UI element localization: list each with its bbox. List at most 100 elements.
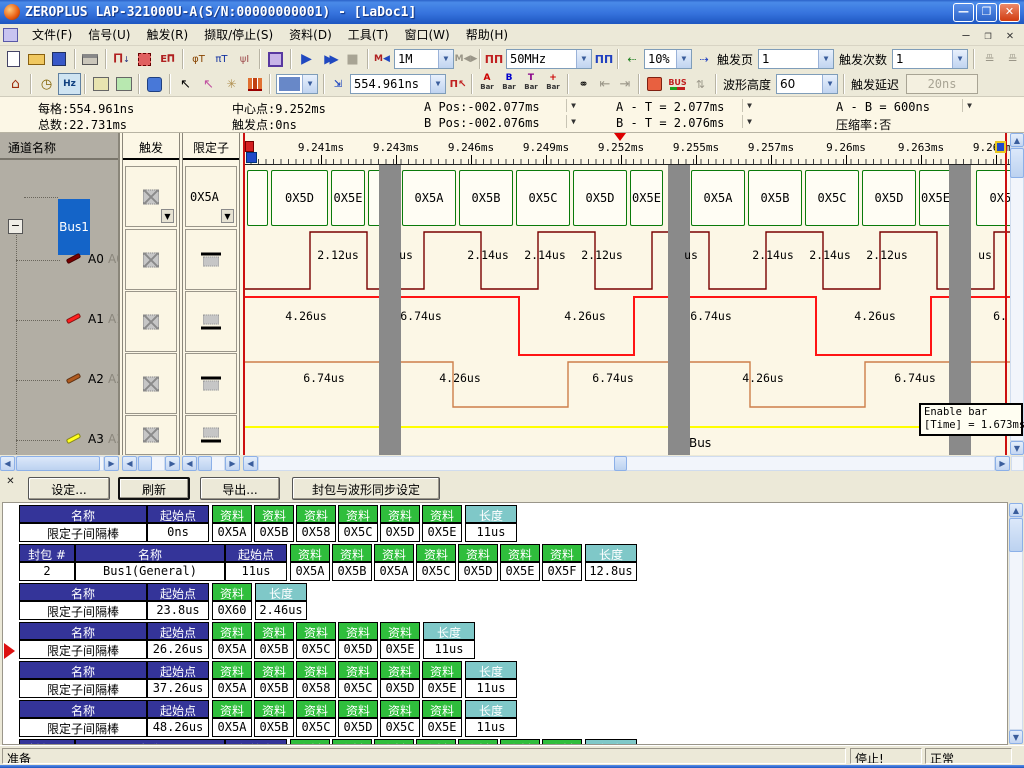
trigger-count-combo[interactable]: 1 ▼ — [892, 49, 968, 69]
trigger-cell-2[interactable] — [125, 291, 177, 352]
trigger-pos-left-icon[interactable]: ⇠ — [622, 48, 642, 70]
memory-depth-combo[interactable]: 1M ▼ — [394, 49, 454, 69]
navigator-button[interactable] — [143, 73, 166, 95]
packet-sync-button[interactable]: 封包与波形同步设定 — [292, 477, 440, 500]
chevron-down-icon[interactable]: ▼ — [221, 209, 234, 223]
open-file-button[interactable] — [25, 48, 48, 70]
new-file-button[interactable] — [2, 48, 25, 70]
channel-row-A3[interactable]: A3A3 — [0, 432, 120, 448]
hand-tool-button[interactable]: ✳ — [220, 73, 243, 95]
packet-refresh-button[interactable]: 刷新 — [118, 477, 190, 500]
chevron-down-icon[interactable]: ▼ — [576, 50, 591, 68]
trigger-pos-right-icon[interactable]: ⇢ — [694, 48, 714, 70]
qualifier-cell-1[interactable] — [185, 229, 237, 290]
menu-item-2[interactable]: 触发(R) — [138, 24, 196, 45]
chevron-down-icon[interactable]: ▼ — [438, 50, 453, 68]
run-button[interactable]: ▶ — [295, 48, 318, 70]
menu-item-7[interactable]: 帮助(H) — [458, 24, 516, 45]
trigger-count-button[interactable]: πT — [210, 48, 233, 70]
a-bar-icon[interactable]: ABar — [476, 74, 498, 94]
scroll-right-button[interactable]: ▶ — [225, 456, 240, 471]
scroll-left-button[interactable]: ◀ — [122, 456, 137, 471]
scroll-thumb[interactable] — [16, 456, 100, 471]
stop-button[interactable]: ■ — [341, 48, 364, 70]
packet-export-button[interactable]: 导出... — [200, 477, 280, 500]
trigger-cell-3[interactable] — [125, 353, 177, 414]
a-pos-dropdown[interactable]: ▼ — [566, 99, 580, 112]
zoom-cursor-button[interactable]: ↖ — [197, 73, 220, 95]
scroll-thumb[interactable] — [1010, 148, 1024, 178]
trigger-cell-4[interactable] — [125, 415, 177, 455]
trigger-delay-button[interactable]: φT — [187, 48, 210, 70]
listing-window-button[interactable] — [112, 73, 135, 95]
scroll-up-button[interactable]: ▲ — [1009, 503, 1023, 517]
a-b-dropdown[interactable]: ▼ — [962, 99, 976, 112]
trigger-wave-icon[interactable]: Π↖ — [448, 73, 468, 95]
menu-item-4[interactable]: 资料(D) — [281, 24, 340, 45]
memory-page-icon[interactable]: M◀ — [372, 48, 392, 70]
scroll-down-button[interactable]: ▼ — [1010, 441, 1024, 455]
a-bar-flag[interactable] — [245, 141, 254, 152]
scroll-thumb[interactable] — [198, 456, 212, 471]
select-cursor-button[interactable]: ↖ — [174, 73, 197, 95]
b-pos-dropdown[interactable]: ▼ — [566, 115, 580, 128]
sample-freq-combo[interactable]: 50MHz ▼ — [506, 49, 592, 69]
save-button[interactable] — [48, 48, 71, 70]
scroll-down-button[interactable]: ▼ — [1009, 730, 1023, 744]
trigger-cell-1[interactable] — [125, 229, 177, 290]
mdi-restore-button[interactable]: ❐ — [980, 28, 996, 42]
packet-panel-close-icon[interactable]: ✕ — [4, 476, 17, 489]
menu-item-6[interactable]: 窗口(W) — [396, 24, 457, 45]
chevron-down-icon[interactable]: ▼ — [818, 50, 833, 68]
trigger-position-combo[interactable]: 10% ▼ — [644, 49, 692, 69]
scroll-thumb[interactable] — [1009, 518, 1023, 552]
t-bar-icon[interactable]: TBar — [520, 74, 542, 94]
bus-setup-button[interactable] — [264, 48, 287, 70]
wave-mode-combo[interactable]: ▼ — [276, 74, 318, 94]
qualifier-cell-0[interactable]: 0X5A▼ — [185, 166, 237, 227]
a-bar-line[interactable] — [243, 133, 245, 455]
qualifier-cell-2[interactable] — [185, 291, 237, 352]
menu-item-1[interactable]: 信号(U) — [80, 24, 138, 45]
scroll-right-button[interactable]: ▶ — [995, 456, 1010, 471]
trigger-page-combo[interactable]: 1 ▼ — [758, 49, 834, 69]
mdi-minimize-button[interactable]: – — [958, 28, 974, 42]
time-display-button[interactable] — [643, 73, 666, 95]
channel-row-A2[interactable]: A2A2 — [0, 372, 120, 388]
packet-list-scrollbar[interactable]: ▲▼ — [1009, 503, 1023, 744]
scroll-right-button[interactable]: ▶ — [104, 456, 119, 471]
scroll-right-button[interactable]: ▶ — [165, 456, 180, 471]
wave-height-combo[interactable]: 60 ▼ — [776, 74, 838, 94]
b-t-dropdown[interactable]: ▼ — [742, 115, 756, 128]
scroll-thumb[interactable] — [138, 456, 152, 471]
qualifier-cell-3[interactable] — [185, 353, 237, 414]
menu-item-0[interactable]: 文件(F) — [24, 24, 80, 45]
waveform-window-button[interactable] — [89, 73, 112, 95]
clock-view-button[interactable]: ◷ — [35, 73, 58, 95]
trigger-cell-0[interactable]: ▼ — [125, 166, 177, 227]
scroll-left-button[interactable]: ◀ — [182, 456, 197, 471]
trigger-edge-button[interactable]: E𝚷 — [156, 48, 179, 70]
home-view-button[interactable]: ⌂ — [4, 73, 27, 95]
bus-expander[interactable]: − — [8, 219, 23, 234]
packet-list[interactable]: 名称起始点资料资料资料资料资料资料长度限定子间隔棒0ns0X5A0X5B0X58… — [2, 502, 1008, 745]
channel-row-A1[interactable]: A1A1 — [0, 312, 120, 328]
chevron-down-icon[interactable]: ▼ — [302, 75, 317, 93]
a-t-dropdown[interactable]: ▼ — [742, 99, 756, 112]
chevron-down-icon[interactable]: ▼ — [676, 50, 691, 68]
close-button[interactable]: ✕ — [999, 3, 1020, 22]
b-bar-flag[interactable] — [246, 152, 257, 163]
qualifier-cell-4[interactable] — [185, 415, 237, 455]
waveform-area[interactable]: 9.241ms9.243ms9.246ms9.249ms9.252ms9.255… — [243, 133, 1010, 455]
menu-item-5[interactable]: 工具(T) — [340, 24, 397, 45]
menu-item-3[interactable]: 撷取/停止(S) — [196, 24, 281, 45]
minimize-button[interactable]: — — [953, 3, 974, 22]
sampling-setup-button[interactable] — [133, 48, 156, 70]
chevron-down-icon[interactable]: ▼ — [161, 209, 174, 223]
chevron-down-icon[interactable]: ▼ — [822, 75, 837, 93]
frequency-view-button[interactable]: Hz — [58, 73, 81, 95]
run-repeat-button[interactable]: ▶▶ — [318, 48, 341, 70]
bus-display-button[interactable]: BUS — [666, 73, 689, 95]
channel-row-A0[interactable]: A0A0 — [0, 252, 120, 268]
center-point-marker[interactable] — [614, 133, 626, 141]
